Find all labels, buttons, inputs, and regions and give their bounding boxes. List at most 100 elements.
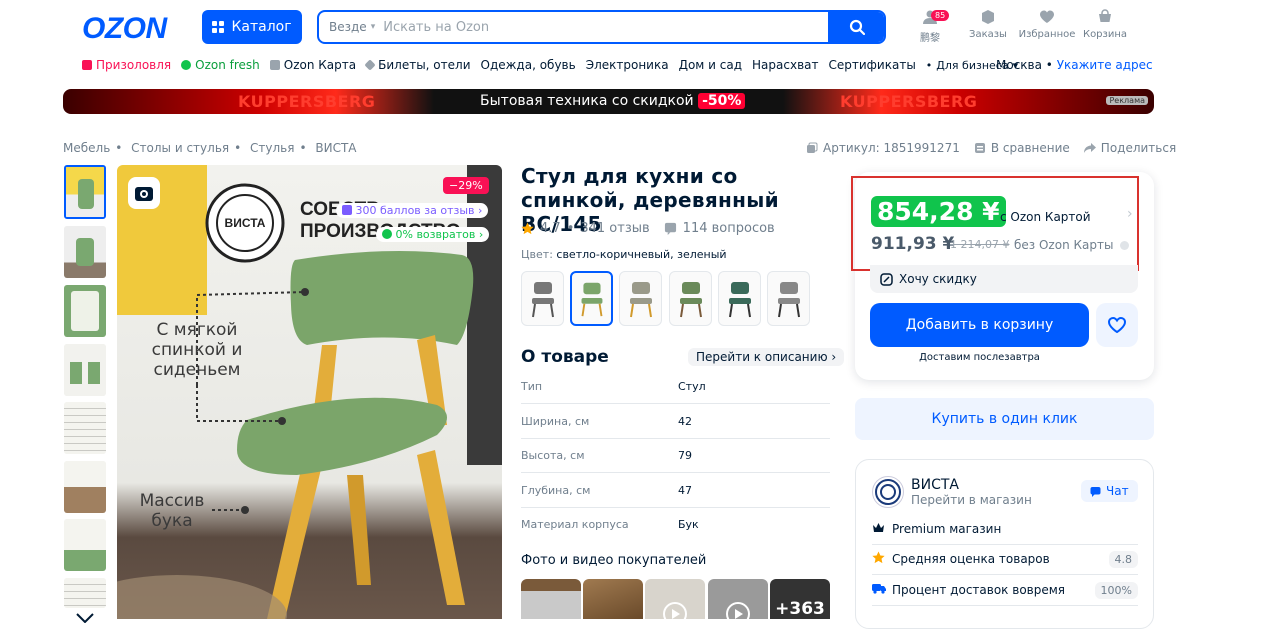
ozon-logo[interactable]: OZON — [82, 12, 167, 46]
color-variant[interactable] — [521, 271, 564, 326]
color-label: Цвет: — [521, 248, 553, 261]
search-icon — [849, 19, 865, 35]
more-photos[interactable]: +363 — [770, 579, 830, 619]
go-to-description-link[interactable]: Перейти к описанию › — [688, 348, 845, 366]
catalog-button[interactable]: Каталог — [202, 10, 302, 44]
rating-row[interactable]: 4.7 • 341 отзыв 114 вопросов — [521, 221, 775, 236]
header-cart[interactable]: Корзина — [1070, 8, 1140, 40]
search-button[interactable] — [828, 12, 884, 42]
thumbnail[interactable] — [64, 344, 106, 396]
catalog-label: Каталог — [231, 19, 292, 35]
questions-count[interactable]: 114 вопросов — [683, 221, 775, 236]
ad-label: Реклама — [1106, 96, 1148, 105]
seller-row-value: 100% — [1094, 581, 1138, 599]
seller-row-rating[interactable]: Средняя оценка товаров 4.8 — [872, 544, 1138, 575]
seller-row-label: Premium магазин — [892, 522, 1002, 536]
fresh-icon — [181, 60, 192, 70]
seller-row-label: Процент доставок вовремя — [892, 583, 1065, 597]
spec-key: Ширина, см — [521, 414, 590, 428]
spec-value: 42 — [678, 414, 692, 428]
customer-photo[interactable] — [521, 579, 581, 619]
customer-photo[interactable] — [583, 579, 643, 619]
add-to-cart-button[interactable]: Добавить в корзину — [870, 303, 1089, 347]
profile-badge: 85 — [931, 10, 950, 21]
color-variant[interactable] — [767, 271, 810, 326]
customer-photos-title: Фото и видео покупателей — [521, 553, 707, 568]
address-link[interactable]: Укажите адрес — [1057, 58, 1153, 72]
seller-row-premium[interactable]: Premium магазин — [872, 514, 1138, 545]
cart-icon — [1070, 8, 1140, 26]
nav-item-prizolovlya[interactable]: Призоловля — [82, 58, 171, 72]
article[interactable]: Артикул: 1851991271 — [806, 141, 960, 155]
color-variant[interactable] — [718, 271, 761, 326]
crown-icon — [872, 522, 892, 536]
breadcrumb-item[interactable]: Стулья — [250, 141, 294, 155]
breadcrumb-item[interactable]: Столы и стулья — [131, 141, 229, 155]
banner-caption: Бытовая техника со скидкой — [480, 93, 694, 109]
color-variant[interactable] — [570, 271, 613, 326]
delivery-info: Доставим послезавтра — [919, 352, 1040, 363]
nav-item-clothes[interactable]: Одежда, обувь — [481, 58, 576, 72]
price-highlight-box — [851, 176, 1139, 271]
nav-item-bestsellers[interactable]: Нарасхват — [752, 58, 818, 72]
chevron-down-icon[interactable] — [76, 608, 94, 627]
go-to-store-link[interactable]: Перейти в магазин — [911, 493, 1032, 507]
gift-icon — [82, 60, 92, 70]
grid-icon — [212, 21, 225, 33]
nav-item-tickets[interactable]: Билеты, отели — [364, 58, 471, 72]
ad-banner[interactable]: KUPPERSBERG Бытовая техника со скидкой -… — [63, 89, 1154, 114]
color-variant[interactable] — [669, 271, 712, 326]
nav-item-certificates[interactable]: Сертификаты — [829, 58, 916, 72]
color-row: Цвет: светло-коричневый, зеленый — [521, 248, 727, 261]
breadcrumb-item[interactable]: ВИСТА — [315, 141, 356, 155]
seller-logo[interactable] — [872, 476, 904, 508]
banner-text: Бытовая техника со скидкой -50% — [480, 93, 746, 109]
nav-item-ozon-card[interactable]: Ozon Карта — [269, 58, 356, 72]
seller-row-delivery[interactable]: Процент доставок вовремя 100% — [872, 575, 1138, 606]
buy-one-click-button[interactable]: Купить в один клик — [855, 398, 1154, 440]
play-icon — [663, 602, 687, 619]
seller-row-label: Средняя оценка товаров — [892, 552, 1050, 566]
thumbnail[interactable] — [64, 461, 106, 513]
color-value: светло-коричневый, зеленый — [556, 248, 727, 261]
share-button[interactable]: Поделиться — [1083, 141, 1176, 155]
customer-video[interactable] — [708, 579, 768, 619]
thumbnail[interactable] — [64, 578, 106, 608]
product-tools: Артикул: 1851991271 В сравнение Поделить… — [806, 141, 1176, 155]
thumbnail[interactable] — [64, 226, 106, 278]
bonus-icon — [342, 205, 352, 215]
spec-row: Высота, см 79 — [521, 438, 830, 473]
customer-video[interactable] — [645, 579, 705, 619]
image-search-button[interactable] — [128, 177, 160, 209]
bonus-badge[interactable]: 300 баллов за отзыв › — [336, 203, 489, 218]
returns-text: 0% возвратов — [395, 228, 476, 241]
nav-item-home[interactable]: Дом и сад — [679, 58, 742, 72]
search-scope-select[interactable]: Везде — [319, 20, 383, 34]
thumbnail[interactable] — [64, 519, 106, 571]
breadcrumb-item[interactable]: Мебель — [63, 141, 110, 155]
city: Москва — [996, 58, 1042, 72]
want-discount-button[interactable]: Хочу скидку — [870, 265, 1138, 293]
seller-name[interactable]: ВИСТА — [911, 477, 959, 493]
star-icon — [521, 222, 534, 235]
nav-item-ozon-fresh[interactable]: Ozon fresh — [181, 58, 260, 72]
returns-icon — [382, 229, 392, 239]
compare-button[interactable]: В сравнение — [974, 141, 1070, 155]
about-title: О товаре — [521, 347, 609, 367]
spec-key: Тип — [521, 379, 543, 393]
chat-button[interactable]: Чат — [1081, 480, 1138, 502]
search-input[interactable] — [383, 12, 828, 42]
returns-badge[interactable]: 0% возвратов › — [376, 227, 490, 242]
thumbnail[interactable] — [64, 402, 106, 454]
reviews-count[interactable]: 341 отзыв — [580, 221, 649, 236]
spec-value: Бук — [678, 518, 699, 531]
more-photos-count: +363 — [775, 599, 825, 619]
thumbnail[interactable] — [64, 165, 106, 219]
image-callout-soft: С мягкой спинкой и сиденьем — [151, 320, 243, 380]
location[interactable]: Москва • Укажите адрес — [996, 58, 1153, 72]
thumbnail[interactable] — [64, 285, 106, 337]
color-variant[interactable] — [619, 271, 662, 326]
add-to-favorites-button[interactable] — [1096, 303, 1138, 347]
nav-item-electronics[interactable]: Электроника — [586, 58, 669, 72]
truck-icon — [872, 583, 892, 597]
